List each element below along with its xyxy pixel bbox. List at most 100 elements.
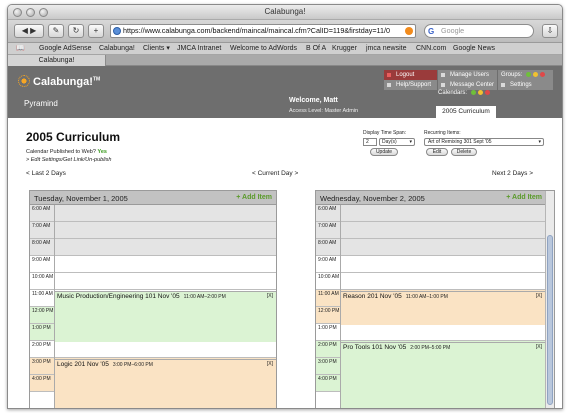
edit-icon[interactable]: ✎ xyxy=(48,24,64,38)
current-day-link[interactable]: < Current Day > xyxy=(252,170,298,177)
bookmark-item[interactable]: jmca newsite xyxy=(366,43,406,55)
back-icon[interactable]: ◀ xyxy=(22,26,28,35)
scrollbar-thumb[interactable] xyxy=(547,235,553,405)
window-title: Calabunga! xyxy=(264,7,306,16)
bookmark-item[interactable]: Clients ▾ xyxy=(143,43,170,55)
time-slot[interactable]: 9:00 AM xyxy=(30,256,276,273)
forward-icon[interactable]: ▶ xyxy=(30,26,36,35)
time-slot[interactable]: 10:00 AM xyxy=(316,273,554,290)
add-item-button[interactable]: + Add Item xyxy=(236,194,272,201)
add-bookmark-icon[interactable]: + xyxy=(88,24,104,38)
browser-window: Calabunga! ◀ ▶ ✎ ↻ + https://www.calabun… xyxy=(7,4,563,409)
back-forward-buttons[interactable]: ◀ ▶ xyxy=(14,24,44,38)
time-slot[interactable]: 1:00 PM xyxy=(316,324,554,341)
calendar-yellow-icon[interactable] xyxy=(477,90,483,95)
bookmark-item[interactable]: Calabunga! xyxy=(99,43,135,55)
feed-icon[interactable] xyxy=(405,27,413,35)
page-content: Calabunga!TM Pyramind Welcome, Matt Acce… xyxy=(8,66,562,408)
recurring-items-label: Recurring Items: xyxy=(424,130,461,136)
bookmark-item[interactable]: B Of A xyxy=(306,43,326,55)
calendar-red-icon[interactable] xyxy=(484,90,490,95)
logout-button[interactable]: Logout xyxy=(384,70,438,80)
time-slot[interactable]: 6:00 AM xyxy=(316,205,554,222)
logout-icon xyxy=(387,73,391,77)
site-globe-icon xyxy=(113,27,121,35)
day-header: Tuesday, November 1, 2005 + Add Item xyxy=(30,191,276,205)
app-header: Calabunga!TM Pyramind Welcome, Matt Acce… xyxy=(8,66,562,118)
bookmark-item[interactable]: Google AdSense xyxy=(39,43,92,55)
group-red-icon[interactable] xyxy=(540,72,546,77)
settings-icon xyxy=(501,83,505,87)
publish-status: Calendar Published to Web? Yes xyxy=(26,149,107,155)
groups-menu[interactable]: Groups: xyxy=(498,70,554,80)
recurring-items-select[interactable]: Art of Remixing 301 Sept '05 ▾ xyxy=(424,138,544,146)
edit-button[interactable]: Edit xyxy=(426,148,448,156)
bookmark-item[interactable]: JMCA Intranet xyxy=(177,43,221,55)
delete-event-button[interactable]: [X] xyxy=(536,293,542,299)
message-icon xyxy=(441,83,445,87)
time-slot[interactable]: 7:00 AM xyxy=(30,222,276,239)
day-title: Wednesday, November 2, 2005 xyxy=(320,194,425,203)
help-icon xyxy=(387,83,391,87)
chevron-down-icon: ▾ xyxy=(538,139,541,145)
next-days-link[interactable]: Next 2 Days > xyxy=(492,170,533,177)
google-icon: G xyxy=(428,27,435,36)
help-support-button[interactable]: Help/Support xyxy=(384,80,438,90)
publish-status-value: Yes xyxy=(97,149,107,155)
delete-event-button[interactable]: [X] xyxy=(536,344,542,350)
calendar-event[interactable]: Logic 201 Nov '05 3:00 PM–6:00 PM [X] xyxy=(55,359,276,408)
calendar-event[interactable]: Music Production/Engineering 101 Nov '05… xyxy=(55,291,276,342)
time-slot[interactable]: 8:00 AM xyxy=(30,239,276,256)
calendar-event[interactable]: Pro Tools 101 Nov '05 2:00 PM–5:00 PM [X] xyxy=(341,342,545,408)
display-span-label: Display Time Span: xyxy=(363,130,407,136)
users-icon xyxy=(441,73,445,77)
download-icon[interactable]: ⇩ xyxy=(542,24,558,38)
day-title: Tuesday, November 1, 2005 xyxy=(34,194,128,203)
add-item-button[interactable]: + Add Item xyxy=(506,194,542,201)
time-slot[interactable]: 8:00 AM xyxy=(316,239,554,256)
delete-button[interactable]: Delete xyxy=(451,148,477,156)
welcome-text: Welcome, Matt xyxy=(289,97,338,104)
calendar-green-icon[interactable] xyxy=(470,90,476,95)
time-slot[interactable]: 9:00 AM xyxy=(316,256,554,273)
day-header: Wednesday, November 2, 2005 + Add Item xyxy=(316,191,554,205)
calabunga-logo[interactable]: Calabunga!TM xyxy=(18,75,100,88)
page-title: 2005 Curriculum xyxy=(26,130,121,144)
reload-icon[interactable]: ↻ xyxy=(68,24,84,38)
group-yellow-icon[interactable] xyxy=(533,72,539,77)
access-level: Access Level: Master Admin xyxy=(289,108,359,114)
current-calendar-tab[interactable]: 2005 Curriculum xyxy=(436,106,496,118)
time-slot[interactable]: 2:00 PM xyxy=(30,341,276,358)
bookmark-item[interactable]: Google News xyxy=(453,43,495,55)
bookmarks-bar: 📖 Google AdSense Calabunga! Clients ▾ JM… xyxy=(8,43,562,55)
search-field[interactable]: G Google xyxy=(424,24,534,38)
time-slot[interactable]: 10:00 AM xyxy=(30,273,276,290)
display-span-input[interactable]: 2 xyxy=(363,138,377,146)
bookmark-item[interactable]: Krugger xyxy=(332,43,357,55)
time-slot[interactable]: 7:00 AM xyxy=(316,222,554,239)
url-text: https://www.calabunga.com/backend/mainca… xyxy=(123,26,391,35)
last-days-link[interactable]: < Last 2 Days xyxy=(26,170,66,177)
tab-strip: Calabunga! xyxy=(8,55,562,66)
edit-settings-link[interactable]: > Edit Settings/Get Link/Un-publish xyxy=(26,157,111,163)
calendars-selector[interactable]: Calendars: xyxy=(438,88,490,98)
sun-logo-icon xyxy=(18,75,30,87)
group-green-icon[interactable] xyxy=(526,72,532,77)
day-column: Wednesday, November 2, 2005 + Add Item 6… xyxy=(315,190,555,408)
vertical-scrollbar[interactable] xyxy=(545,191,554,408)
time-slot[interactable]: 6:00 AM xyxy=(30,205,276,222)
calendar-event[interactable]: Reason 201 Nov '05 11:00 AM–1:00 PM [X] xyxy=(341,291,545,325)
delete-event-button[interactable]: [X] xyxy=(267,293,273,299)
display-span-unit-select[interactable]: Day(s) ▾ xyxy=(379,138,415,146)
organization-name: Pyramind xyxy=(24,99,58,108)
tab-calabunga[interactable]: Calabunga! xyxy=(8,55,106,66)
day-column: Tuesday, November 1, 2005 + Add Item 6:0… xyxy=(29,190,277,408)
delete-event-button[interactable]: [X] xyxy=(267,361,273,367)
settings-button[interactable]: Settings xyxy=(498,80,554,90)
url-field[interactable]: https://www.calabunga.com/backend/mainca… xyxy=(110,24,416,38)
bookmark-item[interactable]: CNN.com xyxy=(416,43,446,55)
bookmarks-book-icon[interactable]: 📖 xyxy=(16,43,25,55)
update-button[interactable]: Update xyxy=(370,148,398,156)
bookmark-item[interactable]: Welcome to AdWords xyxy=(230,43,297,55)
manage-users-button[interactable]: Manage Users xyxy=(438,70,498,80)
